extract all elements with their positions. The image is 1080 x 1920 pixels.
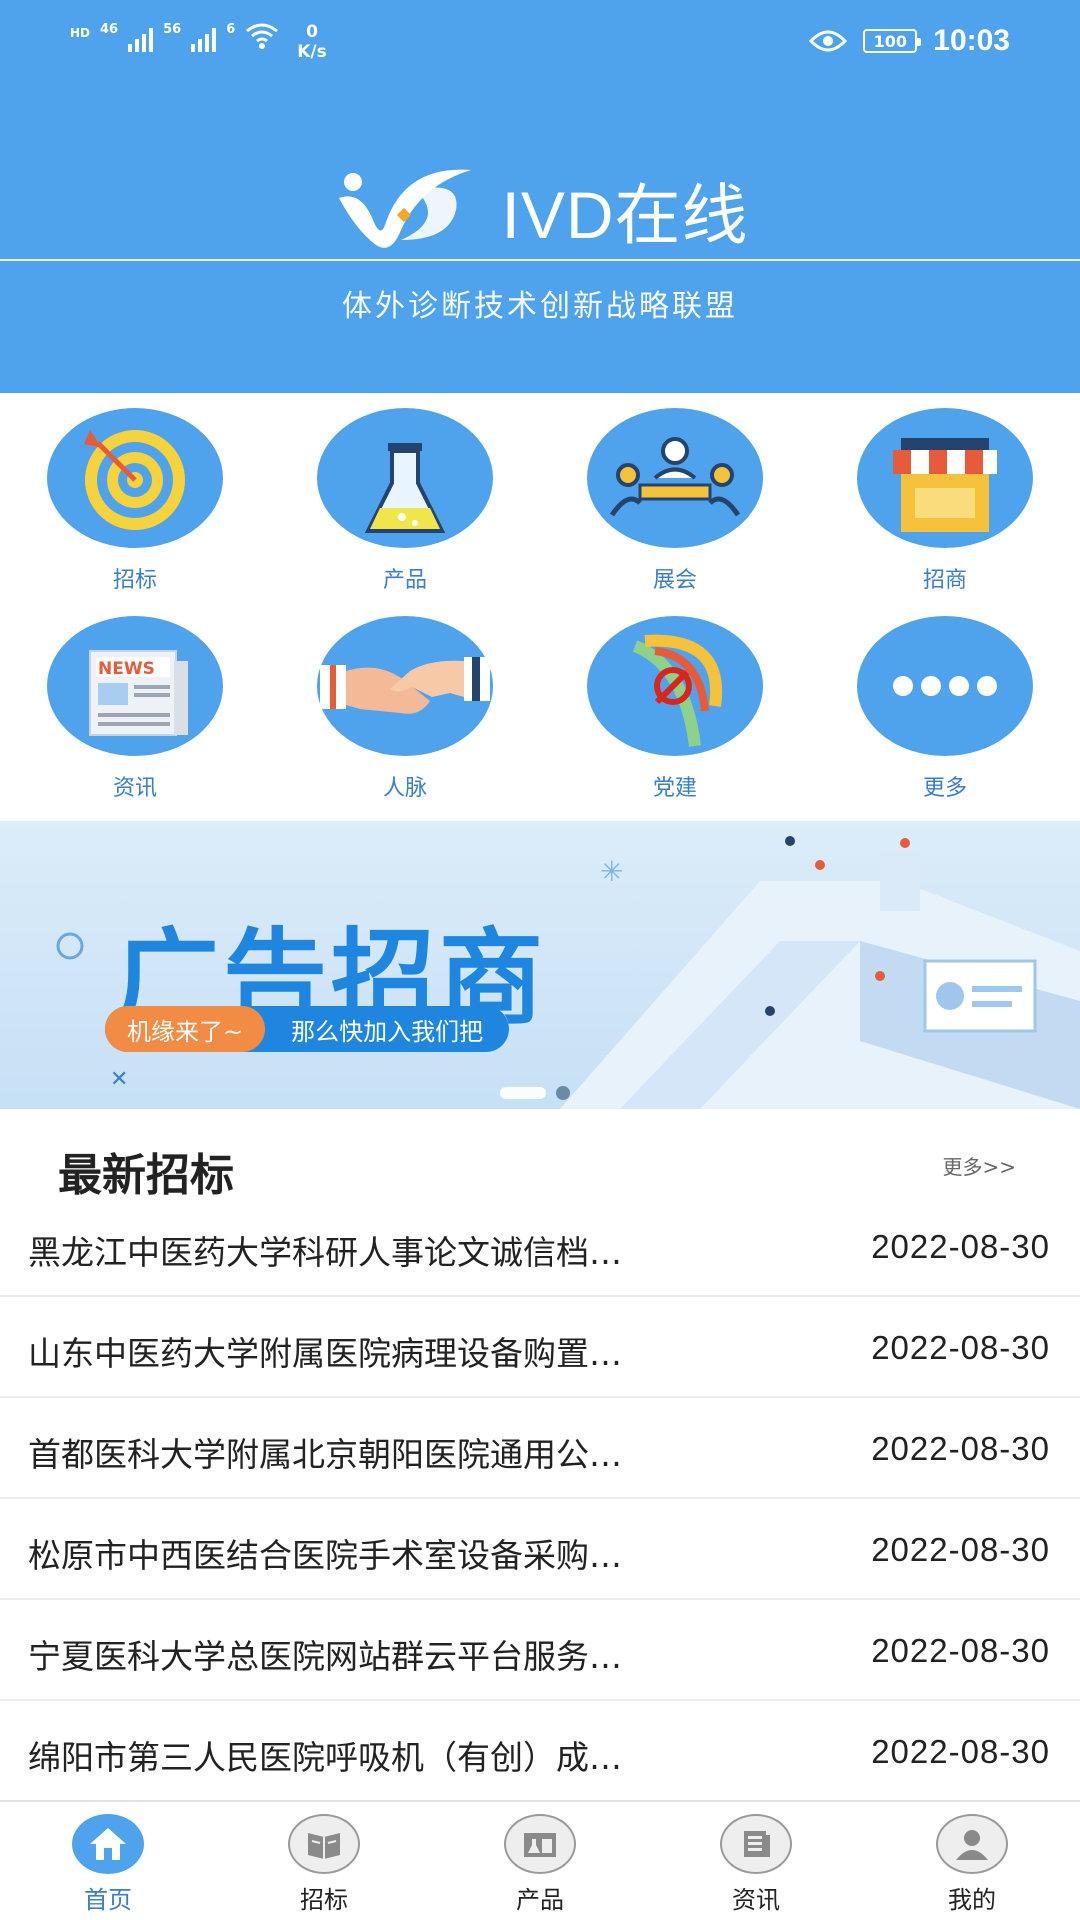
- menu-item-exhibition[interactable]: 展会: [540, 408, 810, 618]
- home-icon: [72, 1814, 144, 1874]
- tender-date: 2022-08-30: [871, 1430, 1050, 1467]
- party-emblem-icon: [587, 616, 763, 756]
- tab-news[interactable]: 资讯: [686, 1814, 826, 1915]
- tab-label: 招标: [300, 1886, 348, 1914]
- news-doc-icon: [720, 1814, 792, 1874]
- menu-item-investment[interactable]: 招商: [810, 408, 1080, 618]
- bottom-tab-bar: 首页 招标 产品 资讯 我的: [0, 1800, 1080, 1920]
- tender-title: 黑龙江中医药大学科研人事论文诚信档…: [28, 1233, 622, 1272]
- net-speed-unit: K/s: [297, 42, 327, 62]
- brand-block: IVD在线 体外诊断技术创新战略联盟: [0, 160, 1080, 325]
- more-icon: [857, 616, 1033, 756]
- signal-label-1: 46: [100, 22, 119, 37]
- tab-products[interactable]: 产品: [470, 1814, 610, 1915]
- status-right: 100 10:03: [809, 24, 1010, 58]
- carousel-indicator: [500, 1086, 570, 1100]
- menu-item-more[interactable]: 更多: [810, 616, 1080, 826]
- latest-tenders-header: 最新招标 更多>>: [0, 1109, 1080, 1209]
- menu-label: 党建: [652, 776, 697, 801]
- banner-subtitle: 那么快加入我们把: [291, 1017, 484, 1046]
- book-icon: [288, 1814, 360, 1874]
- status-bar: HD 46 56 6 0 K/s 100 10:03: [0, 0, 1080, 85]
- more-link[interactable]: 更多>>: [942, 1151, 1016, 1180]
- list-item[interactable]: 松原市中西医结合医院手术室设备采购… 2022-08-30: [0, 1499, 1080, 1600]
- list-item[interactable]: 山东中医药大学附属医院病理设备购置… 2022-08-30: [0, 1297, 1080, 1398]
- tender-title: 山东中医药大学附属医院病理设备购置…: [28, 1334, 622, 1373]
- brand-name: IVD在线: [501, 177, 749, 252]
- menu-label: 人脉: [382, 776, 427, 801]
- tender-title: 松原市中西医结合医院手术室设备采购…: [28, 1536, 622, 1575]
- meeting-icon: [587, 408, 763, 548]
- tab-label: 首页: [84, 1886, 132, 1914]
- eye-icon: [809, 30, 848, 52]
- svg-text:NEWS: NEWS: [98, 659, 155, 679]
- brand-row: IVD在线: [0, 160, 1080, 261]
- wifi-icon: [246, 23, 279, 49]
- list-item[interactable]: 宁夏医科大学总医院网站群云平台服务… 2022-08-30: [0, 1600, 1080, 1701]
- tender-list: 黑龙江中医药大学科研人事论文诚信档… 2022-08-30 山东中医药大学附属医…: [0, 1196, 1080, 1802]
- menu-label: 资讯: [112, 776, 157, 801]
- tab-profile[interactable]: 我的: [902, 1814, 1042, 1915]
- carousel-dot-active: [500, 1087, 546, 1099]
- ad-banner[interactable]: ✳ ✕ 广告招商 机缘来了~ 那么快加入我们把: [0, 821, 1080, 1109]
- signal-label-2: 56: [163, 22, 182, 37]
- net-speed: 0 K/s: [297, 22, 327, 62]
- menu-item-products[interactable]: 产品: [270, 408, 540, 618]
- target-icon: [47, 408, 223, 548]
- tender-date: 2022-08-30: [871, 1733, 1050, 1770]
- tab-label: 我的: [948, 1886, 996, 1914]
- brand-slogan: 体外诊断技术创新战略联盟: [342, 289, 738, 324]
- shop-icon: [857, 408, 1033, 548]
- banner-tag: 机缘来了~: [105, 1006, 266, 1052]
- section-title: 最新招标: [58, 1150, 234, 1201]
- flask-icon: [317, 408, 493, 548]
- tab-bidding[interactable]: 招标: [254, 1814, 394, 1915]
- menu-label: 更多: [922, 776, 967, 801]
- hd-label: HD: [70, 26, 91, 40]
- app-screen: HD 46 56 6 0 K/s 100 10:03 IVD在线 体外诊断技术创…: [0, 0, 1080, 1920]
- svg-text:✕: ✕: [110, 1067, 128, 1092]
- list-item[interactable]: 首都医科大学附属北京朝阳医院通用公… 2022-08-30: [0, 1398, 1080, 1499]
- tender-title: 绵阳市第三人民医院呼吸机（有创）成…: [28, 1738, 622, 1777]
- tender-title: 首都医科大学附属北京朝阳医院通用公…: [28, 1435, 622, 1474]
- tab-label: 产品: [516, 1886, 564, 1914]
- clock: 10:03: [933, 24, 1010, 57]
- handshake-icon: [317, 616, 493, 756]
- menu-item-news[interactable]: NEWS 资讯: [0, 616, 270, 826]
- list-item[interactable]: 绵阳市第三人民医院呼吸机（有创）成… 2022-08-30: [0, 1701, 1080, 1802]
- tender-date: 2022-08-30: [871, 1632, 1050, 1669]
- tender-date: 2022-08-30: [871, 1531, 1050, 1568]
- banner-pill: 机缘来了~ 那么快加入我们把: [105, 1006, 510, 1052]
- menu-item-party[interactable]: 党建: [540, 616, 810, 826]
- status-left: HD 46 56 6 0 K/s: [70, 22, 327, 62]
- ivd-logo-icon: [339, 169, 472, 248]
- user-icon: [936, 1814, 1008, 1874]
- menu-label: 招商: [922, 568, 967, 593]
- tender-date: 2022-08-30: [871, 1329, 1050, 1366]
- wifi-label: 6: [226, 22, 236, 37]
- product-icon: [504, 1814, 576, 1874]
- menu-item-network[interactable]: 人脉: [270, 616, 540, 826]
- battery-icon: 100: [863, 29, 922, 53]
- tender-date: 2022-08-30: [871, 1228, 1050, 1265]
- signal-icon: [128, 22, 154, 52]
- category-grid: 招标 产品 展会 招商 NEWS 资讯 人脉 党建 更多: [0, 393, 1080, 818]
- header-banner: HD 46 56 6 0 K/s 100 10:03 IVD在线 体外诊断技术创…: [0, 0, 1080, 393]
- signal-icon-2: [191, 22, 217, 52]
- carousel-dot: [556, 1086, 570, 1100]
- menu-label: 产品: [382, 568, 427, 593]
- net-speed-value: 0: [306, 22, 318, 42]
- menu-item-bidding[interactable]: 招标: [0, 408, 270, 618]
- menu-label: 展会: [652, 568, 697, 593]
- tab-label: 资讯: [732, 1886, 780, 1914]
- tab-home[interactable]: 首页: [38, 1814, 178, 1915]
- svg-text:✳: ✳: [600, 855, 623, 888]
- tender-title: 宁夏医科大学总医院网站群云平台服务…: [28, 1637, 622, 1676]
- news-icon: NEWS: [47, 616, 223, 756]
- menu-label: 招标: [112, 568, 157, 593]
- list-item[interactable]: 黑龙江中医药大学科研人事论文诚信档… 2022-08-30: [0, 1196, 1080, 1297]
